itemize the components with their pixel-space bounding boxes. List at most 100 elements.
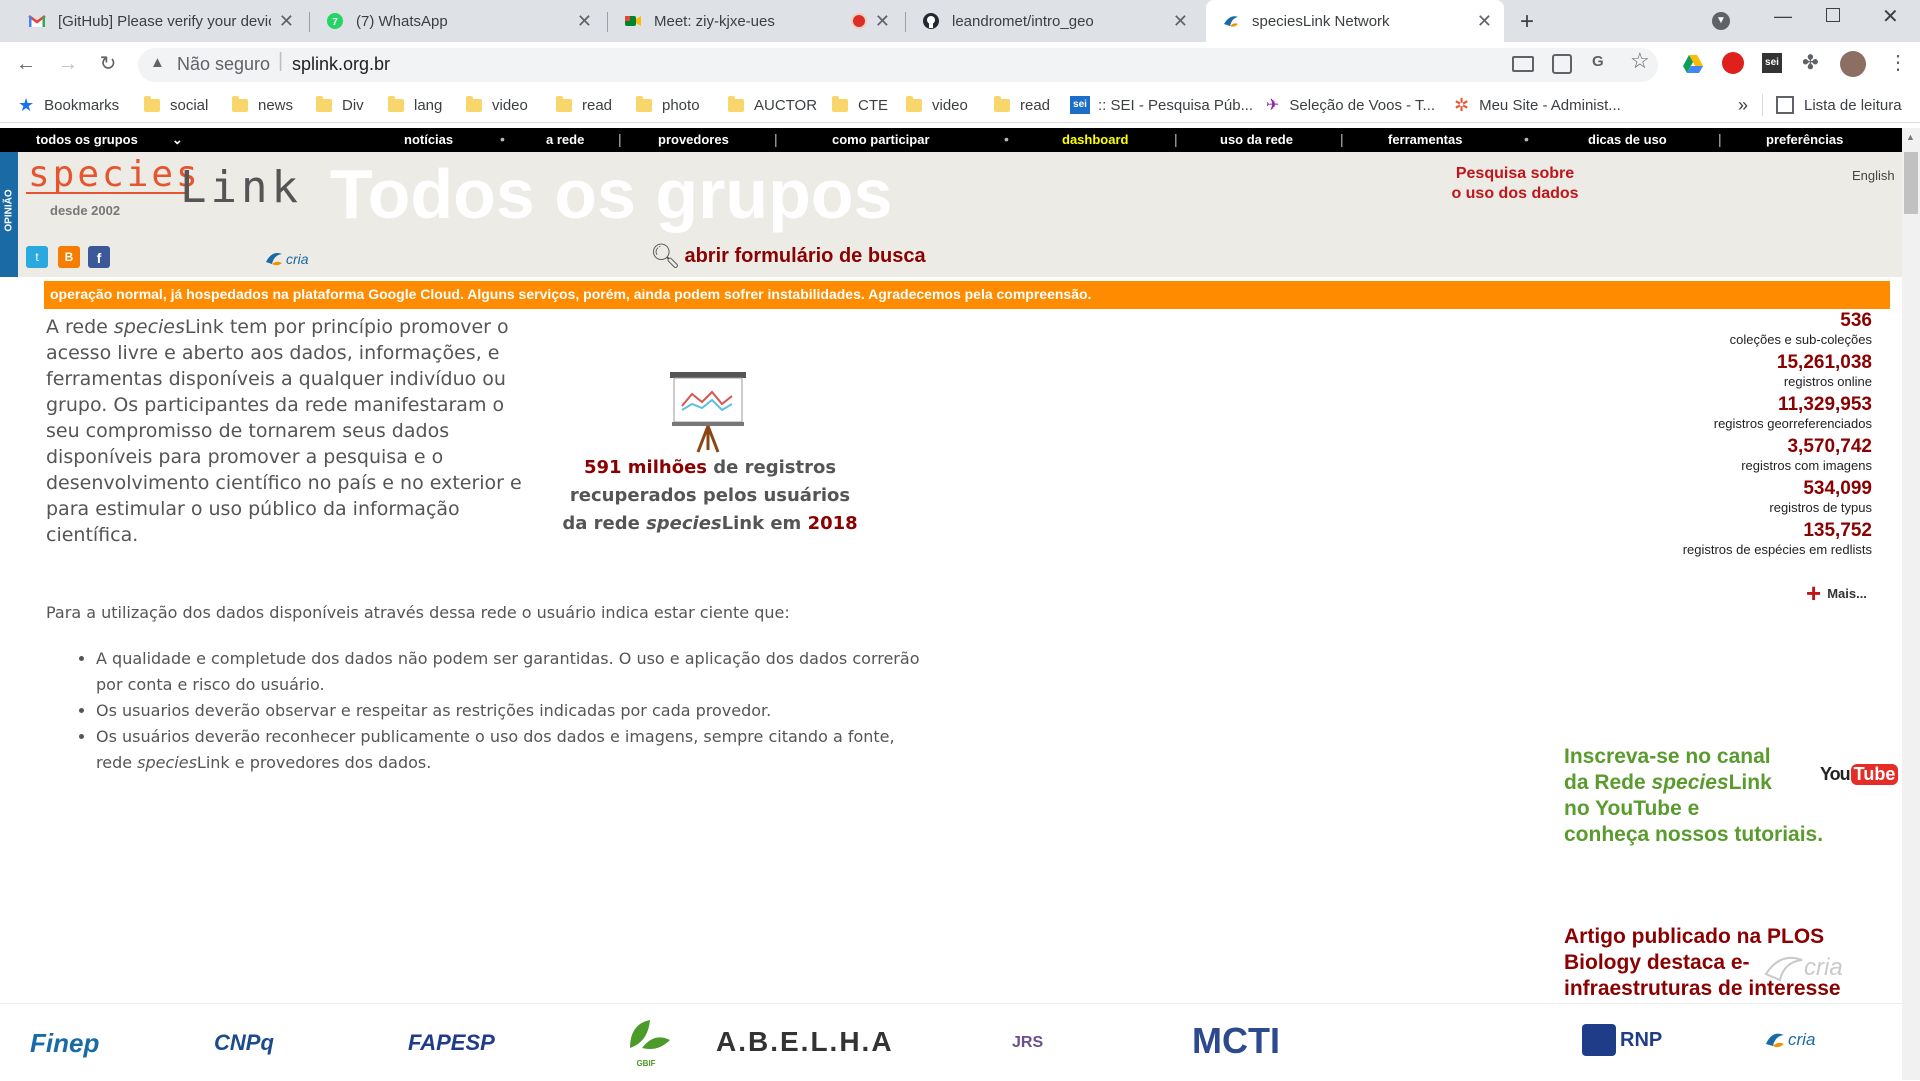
- opinion-label[interactable]: OPINIÃO: [4, 180, 15, 242]
- language-link[interactable]: English: [1852, 168, 1895, 183]
- menu-preferencias[interactable]: preferências: [1766, 128, 1843, 152]
- cast-icon[interactable]: [1512, 56, 1534, 72]
- bookmark-folder[interactable]: video: [906, 94, 968, 116]
- menu-provedores[interactable]: provedores: [658, 128, 729, 152]
- menu-groups-select[interactable]: todos os grupos ⌄: [36, 128, 183, 152]
- bookmark-label: video: [492, 96, 528, 114]
- gbif-logo[interactable]: GBIF: [620, 1018, 672, 1068]
- cria-footer-logo[interactable]: cria: [1764, 1030, 1815, 1050]
- tab-github[interactable]: leandromet/intro_geo ✕: [910, 0, 1200, 42]
- google-drive-icon[interactable]: [1682, 54, 1704, 74]
- forward-arrow-icon[interactable]: →: [56, 52, 80, 76]
- close-icon[interactable]: ✕: [1477, 11, 1492, 32]
- close-icon[interactable]: ✕: [279, 11, 294, 32]
- mcti-logo[interactable]: MCTI: [1192, 1020, 1280, 1062]
- rnp-logo[interactable]: RNP: [1582, 1024, 1662, 1056]
- bookmark-voos[interactable]: ✈ Seleção de Voos - T...: [1266, 94, 1435, 116]
- extensions-puzzle-icon[interactable]: ✤: [1802, 50, 1819, 75]
- menu-dicas-de-uso[interactable]: dicas de uso: [1588, 128, 1667, 152]
- minimize-icon[interactable]: —: [1774, 6, 1792, 27]
- cria-watermark: cria: [1764, 952, 1843, 984]
- twitter-icon[interactable]: t: [26, 246, 48, 268]
- finep-logo[interactable]: Finep: [30, 1028, 99, 1059]
- youtube-line: conheça nossos tutoriais.: [1564, 823, 1824, 846]
- scroll-up-icon[interactable]: ▲: [1906, 132, 1915, 142]
- restore-icon[interactable]: [1826, 8, 1840, 22]
- translate-icon[interactable]: G: [1592, 53, 1604, 70]
- tab-search-icon[interactable]: ▼: [1712, 12, 1730, 30]
- tab-title: (7) WhatsApp: [356, 12, 448, 30]
- bookmark-star-icon[interactable]: ☆: [1630, 48, 1650, 74]
- menu-bullet: •: [500, 131, 505, 147]
- abelha-logo[interactable]: A.B.E.L.H.A: [716, 1026, 894, 1058]
- close-icon[interactable]: ✕: [577, 11, 592, 32]
- menu-divider: |: [1174, 131, 1178, 147]
- tab-meet[interactable]: Meet: ziy-kjxe-ues ✕: [612, 0, 902, 42]
- bookmark-folder[interactable]: read: [556, 94, 612, 116]
- reading-list-icon: [1776, 96, 1794, 114]
- menu-bullet: •: [1004, 131, 1009, 147]
- more-stats-link[interactable]: + Mais...: [1806, 578, 1867, 609]
- bookmark-folder[interactable]: social: [144, 94, 208, 116]
- facebook-icon[interactable]: f: [88, 246, 110, 268]
- folder-icon: [906, 95, 922, 112]
- youtube-promo[interactable]: Inscreva-se no canal da Rede speciesLink…: [1564, 744, 1823, 848]
- cria-logo[interactable]: cria: [264, 250, 309, 268]
- bookmark-folder[interactable]: photo: [636, 94, 700, 116]
- tab-divider: [607, 12, 608, 32]
- intro-paragraph: A rede speciesLink tem por princípio pro…: [46, 314, 542, 548]
- menu-dashboard[interactable]: dashboard: [1062, 128, 1128, 152]
- scrollbar-thumb[interactable]: [1904, 152, 1918, 214]
- url-text[interactable]: splink.org.br: [292, 54, 390, 75]
- list-item: A qualidade e completude dos dados não p…: [96, 646, 926, 698]
- new-tab-plus-icon[interactable]: +: [1520, 8, 1534, 36]
- jrs-logo[interactable]: JRS: [1012, 1034, 1043, 1052]
- reading-list[interactable]: Lista de leitura: [1776, 94, 1902, 116]
- back-arrow-icon[interactable]: ←: [14, 52, 38, 76]
- page-scrollbar[interactable]: [1902, 128, 1920, 1080]
- tab-gmail[interactable]: [GitHub] Please verify your devic ✕: [16, 0, 306, 42]
- menu-como-participar[interactable]: como participar: [832, 128, 930, 152]
- bookmark-folder[interactable]: read: [994, 94, 1050, 116]
- bookmark-folder[interactable]: lang: [388, 94, 442, 116]
- opera-icon[interactable]: [1722, 52, 1744, 74]
- reload-icon[interactable]: ↻: [96, 52, 120, 76]
- window-close-icon[interactable]: ✕: [1882, 4, 1899, 29]
- cnpq-logo[interactable]: CNPq: [214, 1030, 274, 1056]
- bookmark-folder[interactable]: video: [466, 94, 528, 116]
- bookmark-sei[interactable]: sei:: SEI - Pesquisa Púb...: [1070, 94, 1253, 116]
- bookmarks-overflow-icon[interactable]: »: [1738, 94, 1748, 116]
- tab-specieslink[interactable]: speciesLink Network ✕: [1206, 0, 1504, 42]
- search-form-link[interactable]: 🔍︎ abrir formulário de busca: [650, 242, 926, 271]
- logo-species: species: [28, 154, 201, 195]
- menu-a-rede[interactable]: a rede: [546, 128, 584, 152]
- bookmark-folder[interactable]: AUCTOR: [728, 94, 817, 116]
- sei-extension-icon[interactable]: sei: [1762, 53, 1782, 73]
- bookmark-folder[interactable]: news: [232, 94, 293, 116]
- menu-divider: |: [1718, 131, 1722, 147]
- bookmark-folder[interactable]: CTE: [832, 94, 888, 116]
- search-icon: 🔍︎: [650, 243, 681, 270]
- fapesp-logo[interactable]: FAPESP: [408, 1030, 495, 1056]
- warning-icon[interactable]: ▲: [150, 54, 165, 71]
- security-label[interactable]: Não seguro: [177, 54, 270, 75]
- bookmark-divider: [1762, 94, 1763, 116]
- tab-whatsapp[interactable]: 7 (7) WhatsApp ✕: [314, 0, 604, 42]
- bookmark-meusite[interactable]: ✲ Meu Site - Administ...: [1454, 94, 1621, 116]
- bookmark-folder[interactable]: Div: [316, 94, 364, 116]
- youtube-logo[interactable]: You Tube: [1820, 764, 1899, 785]
- bookmark-label: Bookmarks: [44, 96, 120, 114]
- qr-code-icon[interactable]: [1552, 54, 1572, 74]
- menu-noticias[interactable]: notícias: [404, 128, 453, 152]
- close-icon[interactable]: ✕: [875, 11, 890, 32]
- menu-uso-da-rede[interactable]: uso da rede: [1220, 128, 1293, 152]
- folder-icon: [636, 95, 652, 112]
- close-icon[interactable]: ✕: [1173, 11, 1188, 32]
- menu-dots-icon[interactable]: ⋮: [1888, 50, 1908, 75]
- survey-link[interactable]: Pesquisa sobre o uso dos dados: [1410, 164, 1620, 204]
- bookmark-label: Meu Site - Administ...: [1479, 96, 1621, 114]
- blogger-icon[interactable]: B: [58, 246, 80, 268]
- menu-ferramentas[interactable]: ferramentas: [1388, 128, 1462, 152]
- avatar[interactable]: [1840, 51, 1866, 77]
- bookmarks-manager[interactable]: ★ Bookmarks: [18, 94, 119, 116]
